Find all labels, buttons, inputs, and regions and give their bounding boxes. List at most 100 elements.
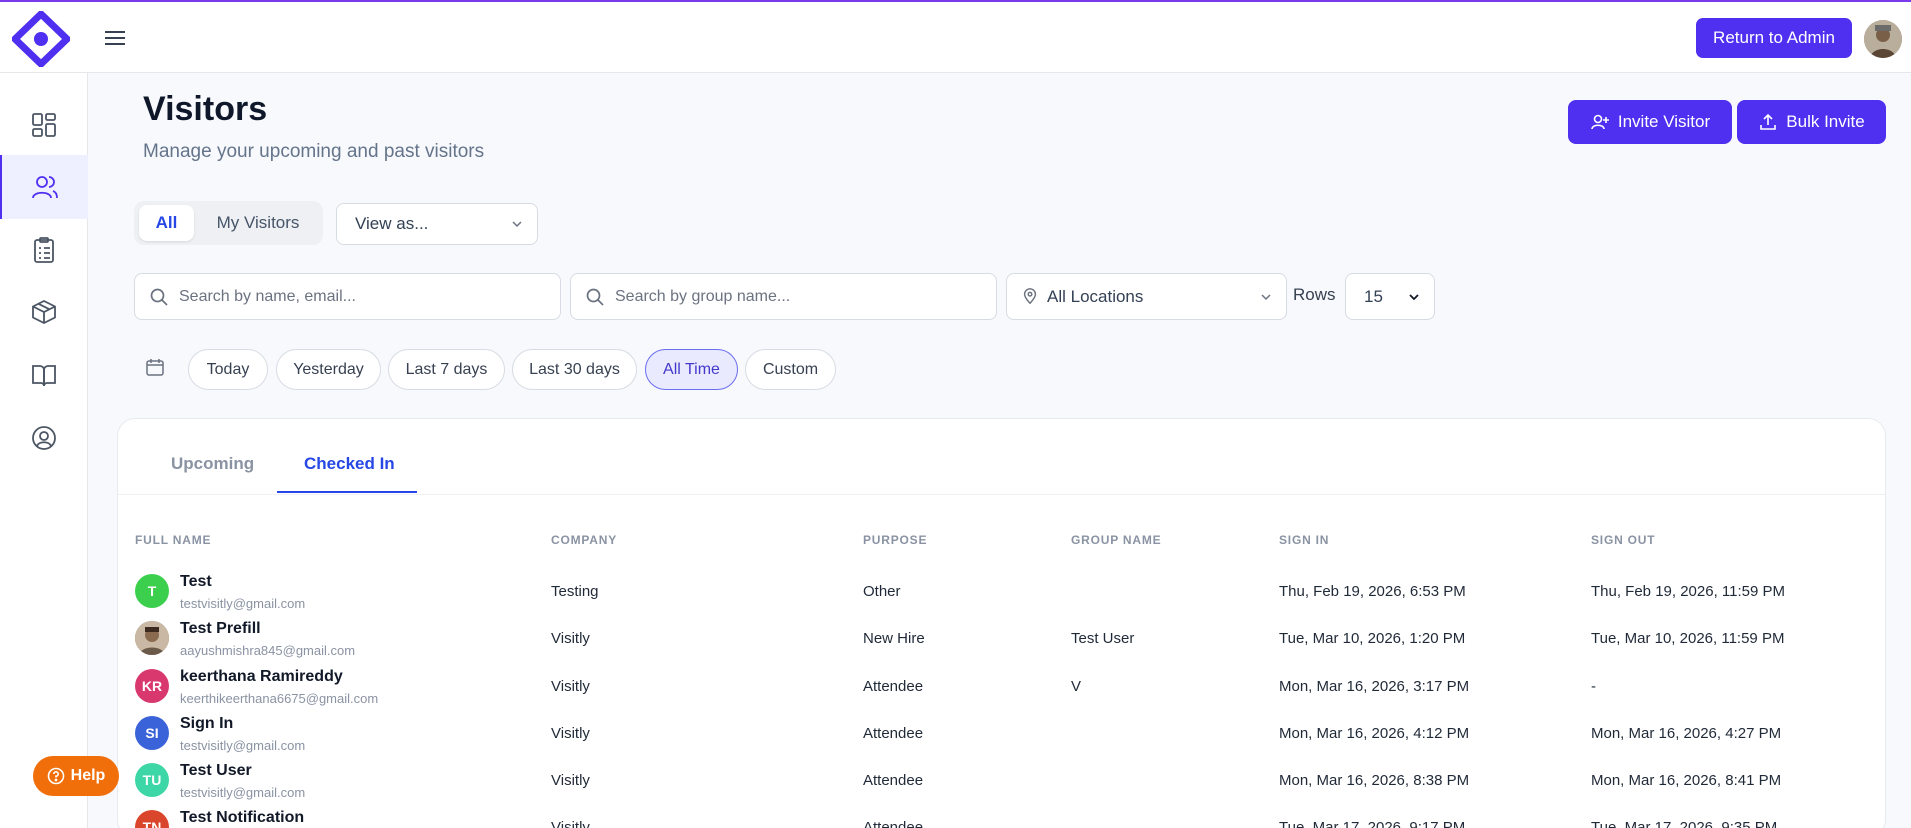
visitor-company: Visitly bbox=[551, 772, 590, 789]
search-name-input[interactable] bbox=[179, 287, 519, 306]
visitor-sign-out: Mon, Mar 16, 2026, 8:41 PM bbox=[1591, 772, 1782, 789]
tab-divider bbox=[118, 494, 1885, 495]
visitor-email: testvisitly@gmail.com bbox=[180, 596, 306, 611]
visitor-name: Test Prefill bbox=[180, 620, 261, 637]
rows-value: 15 bbox=[1364, 286, 1383, 306]
view-as-select[interactable]: View as... bbox=[336, 203, 538, 245]
user-circle-icon bbox=[32, 426, 56, 450]
scope-my-visitors-button[interactable]: My Visitors bbox=[198, 205, 318, 241]
dashboard-icon bbox=[32, 113, 56, 137]
header-group-name[interactable]: GROUP NAME bbox=[1071, 533, 1161, 547]
range-last-7-days[interactable]: Last 7 days bbox=[388, 349, 505, 390]
visitors-card bbox=[117, 418, 1886, 828]
menu-icon[interactable] bbox=[104, 28, 126, 48]
package-icon bbox=[32, 299, 56, 325]
visitor-purpose: Attendee bbox=[863, 725, 924, 742]
page-title: Visitors bbox=[143, 90, 268, 128]
visitor-email: testvisitly@gmail.com bbox=[180, 738, 306, 753]
header-purpose[interactable]: PURPOSE bbox=[863, 533, 927, 547]
visitor-name: Test Notification bbox=[180, 809, 305, 826]
rows-select[interactable]: 15 bbox=[1345, 273, 1435, 320]
search-group-input[interactable] bbox=[615, 287, 955, 306]
visitor-sign-in: Mon, Mar 16, 2026, 4:12 PM bbox=[1279, 725, 1470, 742]
visitor-sign-out: Thu, Feb 19, 2026, 11:59 PM bbox=[1591, 583, 1786, 600]
visitor-email: keerthikeerthana6675@gmail.com bbox=[180, 691, 379, 706]
invite-visitor-button[interactable]: Invite Visitor bbox=[1568, 100, 1732, 144]
visitor-sign-out: Tue, Mar 17, 2026, 9:35 PM bbox=[1591, 819, 1778, 828]
sidebar bbox=[0, 73, 88, 828]
visitor-name: Test User bbox=[180, 762, 252, 779]
active-tab-indicator bbox=[277, 491, 417, 493]
user-avatar-icon bbox=[1864, 20, 1902, 58]
page-subtitle: Manage your upcoming and past visitors bbox=[143, 141, 485, 162]
calendar-icon bbox=[146, 359, 164, 376]
sidebar-item-profile[interactable] bbox=[0, 406, 88, 470]
search-icon bbox=[586, 288, 604, 306]
visitor-sign-in: Tue, Mar 17, 2026, 9:17 PM bbox=[1279, 819, 1466, 828]
visitor-company: Visitly bbox=[551, 678, 590, 695]
tab-upcoming[interactable]: Upcoming bbox=[171, 454, 254, 474]
header-company[interactable]: COMPANY bbox=[551, 533, 617, 547]
return-to-admin-button[interactable]: Return to Admin bbox=[1696, 18, 1852, 58]
visitor-purpose: Other bbox=[863, 583, 901, 600]
visitor-avatar: T bbox=[135, 574, 169, 608]
visitor-purpose: Attendee bbox=[863, 678, 924, 695]
header-sign-in[interactable]: SIGN IN bbox=[1279, 533, 1329, 547]
range-custom[interactable]: Custom bbox=[745, 349, 836, 390]
range-all-time[interactable]: All Time bbox=[645, 349, 738, 390]
sidebar-item-deliveries[interactable] bbox=[0, 280, 88, 344]
visitor-sign-in: Mon, Mar 16, 2026, 3:17 PM bbox=[1279, 678, 1470, 695]
visitor-avatar: KR bbox=[135, 669, 169, 703]
visitor-email: testvisitly@gmail.com bbox=[180, 785, 306, 800]
sidebar-item-logs[interactable] bbox=[0, 218, 88, 282]
visitor-sign-in: Thu, Feb 19, 2026, 6:53 PM bbox=[1279, 583, 1466, 600]
range-today[interactable]: Today bbox=[188, 349, 268, 390]
scope-all-button[interactable]: All bbox=[139, 205, 194, 241]
visitor-sign-in: Mon, Mar 16, 2026, 8:38 PM bbox=[1279, 772, 1470, 789]
search-name-box bbox=[134, 273, 561, 320]
book-open-icon bbox=[32, 365, 56, 387]
range-yesterday[interactable]: Yesterday bbox=[276, 349, 381, 390]
location-value: All Locations bbox=[1047, 286, 1144, 306]
sidebar-item-dashboard[interactable] bbox=[0, 93, 88, 157]
chevron-down-icon bbox=[1261, 293, 1271, 300]
sidebar-item-visitors[interactable] bbox=[0, 155, 88, 219]
sidebar-item-guides[interactable] bbox=[0, 343, 88, 407]
chevron-down-icon bbox=[512, 221, 522, 228]
header-sign-out[interactable]: SIGN OUT bbox=[1591, 533, 1655, 547]
clipboard-icon bbox=[34, 237, 54, 263]
visitor-name: Sign In bbox=[180, 715, 234, 732]
visitor-scope-toggle: All My Visitors bbox=[134, 201, 323, 245]
range-last-30-days[interactable]: Last 30 days bbox=[512, 349, 637, 390]
visitor-sign-out: Mon, Mar 16, 2026, 4:27 PM bbox=[1591, 725, 1782, 742]
search-icon bbox=[150, 288, 168, 306]
location-select[interactable]: All Locations bbox=[1006, 273, 1287, 320]
visitor-sign-in: Tue, Mar 10, 2026, 1:20 PM bbox=[1279, 630, 1466, 647]
visitor-company: Visitly bbox=[551, 819, 590, 828]
view-as-value: View as... bbox=[355, 214, 429, 233]
help-label: Help bbox=[70, 767, 106, 784]
chevron-down-icon bbox=[1409, 293, 1419, 300]
help-button[interactable]: Help bbox=[33, 756, 119, 796]
visitor-company: Testing bbox=[551, 583, 599, 600]
top-bar: Return to Admin bbox=[0, 2, 1911, 73]
header-full-name[interactable]: FULL NAME bbox=[135, 533, 211, 547]
tab-checked-in[interactable]: Checked In bbox=[304, 454, 395, 474]
visitly-logo-icon[interactable] bbox=[12, 11, 70, 67]
visitor-group: V bbox=[1071, 678, 1082, 695]
visitor-avatar: TU bbox=[135, 763, 169, 797]
users-icon bbox=[32, 176, 58, 199]
visitor-avatar: SI bbox=[135, 716, 169, 750]
help-circle-icon bbox=[47, 767, 64, 785]
visitor-name: keerthana Ramireddy bbox=[180, 668, 343, 685]
visitor-sign-out: - bbox=[1591, 678, 1596, 695]
bulk-invite-button[interactable]: Bulk Invite bbox=[1737, 100, 1886, 144]
user-avatar[interactable] bbox=[1864, 20, 1902, 58]
user-plus-icon bbox=[1591, 114, 1609, 130]
bulk-invite-label: Bulk Invite bbox=[1786, 112, 1865, 131]
visitor-name: Test bbox=[180, 573, 212, 590]
visitor-purpose: Attendee bbox=[863, 819, 924, 828]
visitor-photo-icon bbox=[135, 621, 169, 655]
upload-icon bbox=[1760, 113, 1777, 130]
visitor-email: aayushmishra845@gmail.com bbox=[180, 643, 356, 658]
